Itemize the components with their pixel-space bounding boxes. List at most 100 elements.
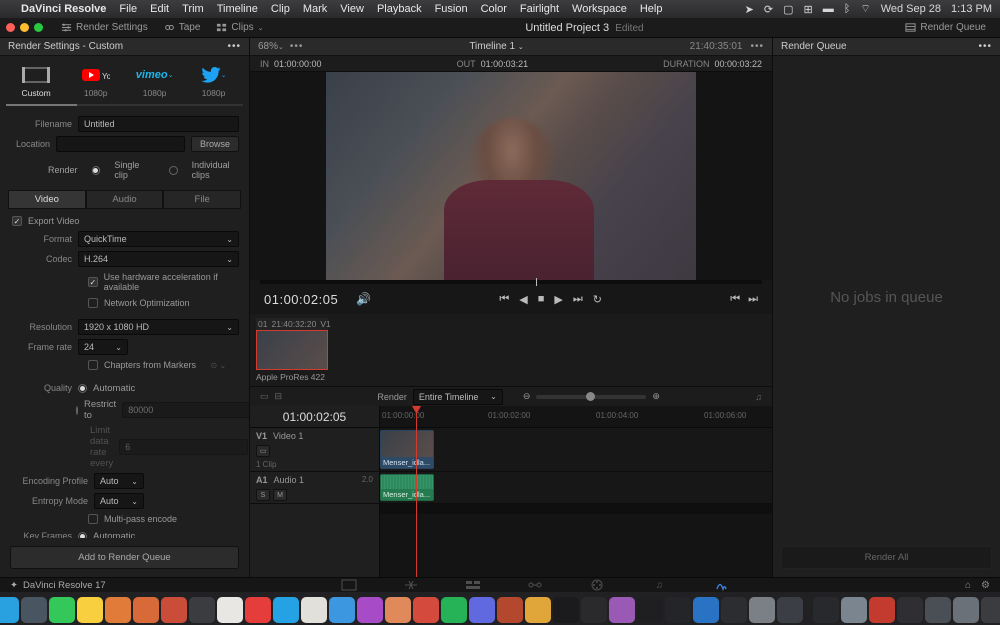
timeline-ruler[interactable]: 01:00:00:00 01:00:02:00 01:00:04:00 01:0… xyxy=(380,406,772,428)
menu-file[interactable]: File xyxy=(119,3,137,15)
dock-app-28[interactable] xyxy=(721,597,747,623)
dock-app-10[interactable] xyxy=(217,597,243,623)
page-fairlight[interactable]: ♫ xyxy=(649,579,669,592)
dock-app-8[interactable] xyxy=(161,597,187,623)
menu-workspace[interactable]: Workspace xyxy=(572,3,627,15)
page-fusion[interactable] xyxy=(525,579,545,592)
music-icon[interactable]: ♫ xyxy=(755,392,762,402)
dock-app-11[interactable] xyxy=(245,597,271,623)
dock-app-13[interactable] xyxy=(301,597,327,623)
sync-icon[interactable]: ⟳ xyxy=(764,3,773,16)
preset-scrollbar[interactable] xyxy=(6,104,243,106)
preset-youtube[interactable]: YouTube 1080p xyxy=(82,66,110,98)
v1-lane[interactable]: Menser_idla... xyxy=(380,428,772,472)
menu-fairlight[interactable]: Fairlight xyxy=(520,3,559,15)
dock-app-15[interactable] xyxy=(357,597,383,623)
queue-options-icon[interactable]: ••• xyxy=(978,41,992,52)
dock-app-35[interactable] xyxy=(925,597,951,623)
viewer-scrubber[interactable] xyxy=(260,280,762,284)
filename-input[interactable] xyxy=(78,116,239,132)
tab-file[interactable]: File xyxy=(163,190,241,209)
dock-app-23[interactable] xyxy=(581,597,607,623)
page-edit[interactable] xyxy=(463,579,483,592)
a1-lane[interactable]: Menser_idla... xyxy=(380,472,772,504)
toolbar-render-queue[interactable]: Render Queue xyxy=(897,19,994,37)
last-frame-button[interactable]: ⏭ xyxy=(573,293,583,306)
current-timecode[interactable]: 01:00:02:05 xyxy=(264,292,338,307)
zoom-out-icon[interactable]: ⊖ xyxy=(523,391,531,402)
add-to-render-queue-button[interactable]: Add to Render Queue xyxy=(10,546,239,569)
dock-app-20[interactable] xyxy=(497,597,523,623)
page-media[interactable] xyxy=(339,579,359,592)
dock-app-32[interactable] xyxy=(841,597,867,623)
screen-icon[interactable]: ⊞ xyxy=(804,3,813,16)
playhead[interactable] xyxy=(416,406,417,577)
menu-playback[interactable]: Playback xyxy=(377,3,422,15)
display-icon[interactable]: ▢ xyxy=(783,3,793,16)
app-menu[interactable]: DaVinci Resolve xyxy=(21,3,106,15)
dock-app-26[interactable] xyxy=(665,597,691,623)
v1-track-header[interactable]: V1Video 1 ▭ 1 Clip xyxy=(250,428,379,472)
step-back-button[interactable]: ◀ xyxy=(519,293,527,306)
menu-fusion[interactable]: Fusion xyxy=(435,3,468,15)
battery-icon[interactable]: ▬ xyxy=(823,3,834,15)
dock-app-24[interactable] xyxy=(609,597,635,623)
dock-app-12[interactable] xyxy=(273,597,299,623)
stop-button[interactable]: ■ xyxy=(538,293,545,306)
dock-app-7[interactable] xyxy=(133,597,159,623)
hw-accel-checkbox[interactable] xyxy=(88,277,98,287)
bluetooth-icon[interactable]: ᛒ xyxy=(844,3,851,15)
project-settings-icon[interactable]: ⚙ xyxy=(981,580,990,591)
preset-twitter[interactable]: ⌄ 1080p xyxy=(200,66,228,98)
menu-clip[interactable]: Clip xyxy=(271,3,290,15)
location-icon[interactable]: ➤ xyxy=(745,3,754,16)
dock-app-33[interactable] xyxy=(869,597,895,623)
menu-trim[interactable]: Trim xyxy=(182,3,204,15)
render-range-select[interactable]: Entire Timeline⌄ xyxy=(413,389,503,405)
dock-app-36[interactable] xyxy=(953,597,979,623)
timeline-canvas[interactable]: 01:00:00:00 01:00:02:00 01:00:04:00 01:0… xyxy=(380,406,772,577)
timeline-view-icon[interactable]: ▭ xyxy=(260,391,269,402)
tab-video[interactable]: Video xyxy=(8,190,86,209)
video-viewer[interactable] xyxy=(326,72,696,280)
menu-timeline[interactable]: Timeline xyxy=(217,3,258,15)
timeline-tc[interactable]: 01:00:02:05 xyxy=(250,406,379,428)
dock-app-9[interactable] xyxy=(189,597,215,623)
volume-icon[interactable]: 🔊 xyxy=(356,292,371,306)
multipass-checkbox[interactable] xyxy=(88,514,98,524)
dock-app-14[interactable] xyxy=(329,597,355,623)
menu-color[interactable]: Color xyxy=(481,3,507,15)
menu-edit[interactable]: Edit xyxy=(150,3,169,15)
toolbar-render-settings[interactable]: Render Settings xyxy=(53,19,156,37)
keyframes-auto-radio[interactable] xyxy=(78,532,87,539)
framerate-select[interactable]: 24⌄ xyxy=(78,339,128,355)
dock-app-19[interactable] xyxy=(469,597,495,623)
in-tc[interactable]: 01:00:00:00 xyxy=(274,59,322,69)
viewer-zoom-options-icon[interactable]: ••• xyxy=(290,41,304,52)
dock-app-37[interactable] xyxy=(981,597,1000,623)
toolbar-tape[interactable]: Tape xyxy=(156,19,209,37)
wifi-icon[interactable]: ⌔ xyxy=(860,2,870,16)
dock-app-6[interactable] xyxy=(105,597,131,623)
chapters-checkbox[interactable] xyxy=(88,360,98,370)
toolbar-clips[interactable]: Clips ⌄ xyxy=(208,19,271,37)
menubar-time[interactable]: 1:13 PM xyxy=(951,3,992,15)
dock-app-2[interactable] xyxy=(0,597,19,623)
menu-view[interactable]: View xyxy=(340,3,364,15)
chapters-options-icon[interactable]: ⊙ ⌄ xyxy=(211,361,227,370)
loop-button[interactable]: ↻ xyxy=(593,293,602,306)
dock-app-4[interactable] xyxy=(49,597,75,623)
dock-app-31[interactable] xyxy=(813,597,839,623)
menubar-date[interactable]: Wed Sep 28 xyxy=(881,3,941,15)
tab-audio[interactable]: Audio xyxy=(86,190,164,209)
dock-app-21[interactable] xyxy=(525,597,551,623)
timeline-zoom-slider[interactable] xyxy=(536,395,646,399)
mute-button[interactable]: M xyxy=(273,489,287,501)
dock-app-27[interactable] xyxy=(693,597,719,623)
zoom-in-icon[interactable]: ⊕ xyxy=(652,391,660,402)
zoom-window-button[interactable] xyxy=(34,23,43,32)
a1-track-header[interactable]: A1Audio 12.0 SM xyxy=(250,472,379,504)
render-all-button[interactable]: Render All xyxy=(781,546,992,569)
render-individual-radio[interactable] xyxy=(169,166,178,175)
page-deliver[interactable] xyxy=(711,579,731,592)
